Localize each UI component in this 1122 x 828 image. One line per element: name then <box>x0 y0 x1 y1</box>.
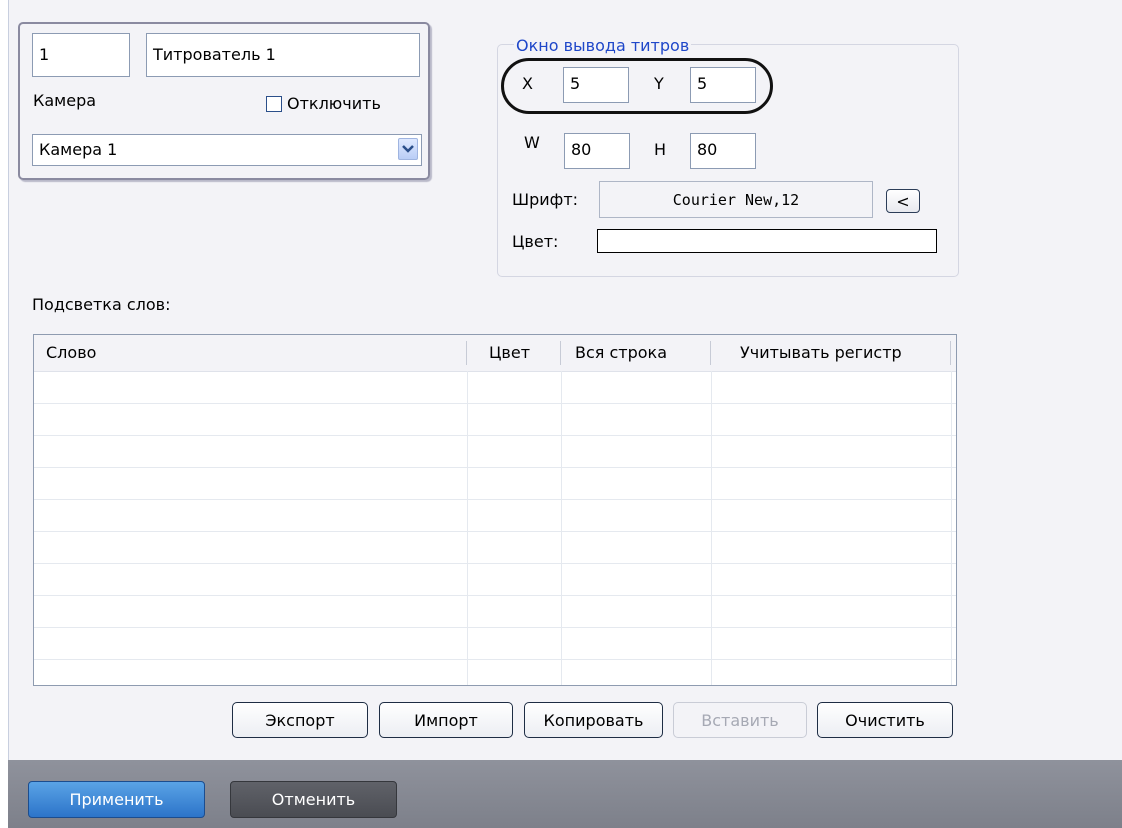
import-button[interactable]: Импорт <box>379 702 513 738</box>
column-header-color[interactable]: Цвет <box>489 335 530 371</box>
font-picker-button[interactable]: < <box>886 189 920 213</box>
table-row <box>34 659 956 660</box>
cancel-button[interactable]: Отменить <box>230 781 397 818</box>
h-input[interactable]: 80 <box>690 133 756 169</box>
font-display: Courier New,12 <box>599 181 873 218</box>
camera-label: Камера <box>33 91 97 110</box>
table-row <box>34 467 956 468</box>
clear-button[interactable]: Очистить <box>817 702 953 738</box>
table-row <box>34 531 956 532</box>
xy-highlight-oval <box>501 58 773 114</box>
highlight-words-table[interactable]: Слово Цвет Вся строка Учитывать регистр <box>33 334 957 686</box>
w-input[interactable]: 80 <box>564 133 630 169</box>
titler-name-field[interactable]: Титрователь 1 <box>146 33 420 77</box>
camera-select[interactable]: Камера 1 <box>32 134 422 166</box>
column-line <box>467 371 468 685</box>
column-divider <box>466 341 467 365</box>
titler-id-field[interactable]: 1 <box>32 33 130 77</box>
copy-button[interactable]: Копировать <box>524 702 663 738</box>
chevron-left-icon: < <box>896 191 910 211</box>
table-row <box>34 627 956 628</box>
column-header-whole-line[interactable]: Вся строка <box>575 335 667 371</box>
highlight-words-label: Подсветка слов: <box>32 295 171 314</box>
font-label: Шрифт: <box>512 190 579 209</box>
column-divider <box>950 341 951 365</box>
disable-label: Отключить <box>287 94 381 113</box>
column-header-word[interactable]: Слово <box>46 335 96 371</box>
apply-button[interactable]: Применить <box>28 781 205 818</box>
column-divider <box>710 341 711 365</box>
column-header-case-sensitive[interactable]: Учитывать регистр <box>740 335 902 371</box>
paste-button: Вставить <box>673 702 807 738</box>
table-row <box>34 435 956 436</box>
disable-checkbox[interactable] <box>266 96 282 112</box>
column-line <box>561 371 562 685</box>
column-line <box>951 371 952 685</box>
camera-select-value: Камера 1 <box>39 140 118 159</box>
color-label: Цвет: <box>512 232 559 251</box>
chevron-down-icon[interactable] <box>398 138 418 160</box>
footer-bar: Применить Отменить <box>8 760 1122 828</box>
export-button[interactable]: Экспорт <box>232 702 368 738</box>
color-swatch[interactable] <box>597 229 937 253</box>
table-row <box>34 403 956 404</box>
table-header: Слово Цвет Вся строка Учитывать регистр <box>34 335 956 372</box>
output-window-title: Окно вывода титров <box>514 36 692 55</box>
table-row <box>34 595 956 596</box>
column-divider <box>560 341 561 365</box>
table-row <box>34 499 956 500</box>
w-label: W <box>524 133 540 152</box>
column-line <box>711 371 712 685</box>
table-row <box>34 563 956 564</box>
h-label: H <box>654 140 667 159</box>
